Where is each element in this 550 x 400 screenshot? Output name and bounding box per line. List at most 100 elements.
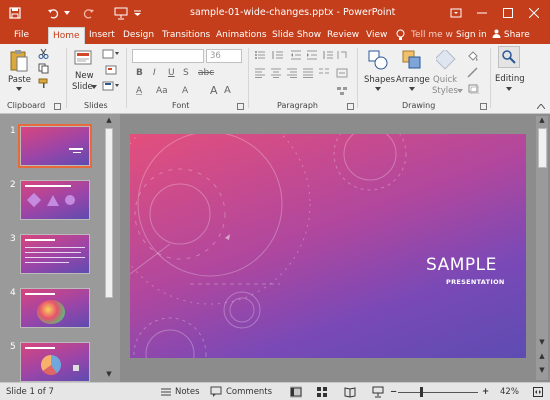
thumbnail-slide-3[interactable] xyxy=(20,234,90,274)
increase-indent-icon[interactable] xyxy=(306,50,318,60)
font-launcher-icon[interactable] xyxy=(237,103,244,110)
maximize-icon[interactable] xyxy=(496,3,520,23)
sign-in-link[interactable]: Sign in xyxy=(452,27,491,44)
comments-button[interactable]: Comments xyxy=(226,387,272,397)
scrollbar-thumb[interactable] xyxy=(538,128,547,168)
redo-icon[interactable] xyxy=(80,4,98,22)
font-color-button[interactable]: A xyxy=(136,86,142,96)
new-slide-icon[interactable] xyxy=(73,47,95,69)
customize-qat-icon[interactable] xyxy=(132,4,142,22)
align-right-icon[interactable] xyxy=(286,68,298,78)
font-size-combobox[interactable]: 36 xyxy=(206,49,242,63)
line-spacing-icon[interactable] xyxy=(322,50,334,60)
font-name-combobox[interactable] xyxy=(132,49,204,63)
paste-dropdown-icon[interactable] xyxy=(15,86,23,92)
collapse-ribbon-icon[interactable] xyxy=(536,102,546,110)
slide-sorter-icon[interactable] xyxy=(316,386,328,398)
thumbnail-scrollbar[interactable]: ▲ ▼ xyxy=(104,116,114,380)
shapes-icon[interactable] xyxy=(366,48,390,72)
convert-smartart-icon[interactable] xyxy=(336,86,348,96)
reading-view-icon[interactable] xyxy=(344,386,356,398)
shapes-dropdown-icon[interactable] xyxy=(374,86,382,92)
tab-review[interactable]: Review xyxy=(323,27,363,44)
scroll-down-arrow-icon[interactable]: ▼ xyxy=(104,370,114,380)
arrange-icon[interactable] xyxy=(400,48,424,72)
align-center-icon[interactable] xyxy=(270,68,282,78)
tab-transitions[interactable]: Transitions xyxy=(158,27,214,44)
paragraph-launcher-icon[interactable] xyxy=(347,103,354,110)
tab-slide-show[interactable]: Slide Show xyxy=(268,27,325,44)
slide-scrollbar[interactable]: ▲ ▼ ▲ ▼ xyxy=(536,116,548,380)
justify-icon[interactable] xyxy=(302,68,314,78)
editing-dropdown-icon[interactable] xyxy=(505,86,513,92)
copy-icon[interactable] xyxy=(36,62,50,74)
normal-view-icon[interactable] xyxy=(290,386,302,398)
shape-fill-icon[interactable] xyxy=(466,50,480,62)
slide-show-icon[interactable] xyxy=(372,386,384,398)
numbering-icon[interactable] xyxy=(272,50,284,60)
bold-button[interactable]: B xyxy=(136,68,143,78)
align-left-icon[interactable] xyxy=(254,68,266,78)
drawing-launcher-icon[interactable] xyxy=(480,103,487,110)
quick-styles-icon[interactable] xyxy=(434,48,458,72)
text-shadow-button[interactable]: S xyxy=(183,68,189,78)
next-slide-icon[interactable]: ▼ xyxy=(536,366,548,374)
slide-canvas[interactable]: SAMPLE PRESENTATION xyxy=(130,134,526,358)
tab-design[interactable]: Design xyxy=(119,27,158,44)
comments-icon[interactable] xyxy=(210,386,222,398)
scroll-up-arrow-icon[interactable]: ▲ xyxy=(104,116,114,126)
italic-button[interactable]: I xyxy=(153,68,156,78)
undo-dropdown-icon[interactable] xyxy=(62,4,72,22)
tell-me-search[interactable]: Tell me w xyxy=(407,27,457,44)
strikethrough-button[interactable]: abc xyxy=(198,68,214,78)
clipboard-launcher-icon[interactable] xyxy=(54,103,61,110)
zoom-in-button[interactable]: + xyxy=(482,387,489,397)
paste-icon[interactable] xyxy=(6,47,32,75)
scrollbar-thumb[interactable] xyxy=(105,128,113,298)
notes-button[interactable]: Notes xyxy=(175,387,200,397)
ribbon-display-options-icon[interactable] xyxy=(444,3,468,23)
thumbnail-slide-1[interactable] xyxy=(18,124,92,168)
zoom-out-button[interactable]: − xyxy=(390,387,397,397)
editing-icon[interactable] xyxy=(498,46,520,68)
minimize-icon[interactable] xyxy=(470,3,494,23)
increase-font-button[interactable]: A xyxy=(210,84,218,97)
tab-insert[interactable]: Insert xyxy=(85,27,119,44)
fit-slide-icon[interactable] xyxy=(532,386,544,398)
reset-icon[interactable] xyxy=(101,64,121,76)
align-text-icon[interactable] xyxy=(336,68,348,78)
arrange-dropdown-icon[interactable] xyxy=(408,86,416,92)
tab-home[interactable]: Home xyxy=(48,27,85,44)
tab-file[interactable]: File xyxy=(10,27,34,44)
clear-formatting-button[interactable]: A xyxy=(224,85,231,96)
thumbnail-slide-5[interactable] xyxy=(20,342,90,382)
cut-icon[interactable] xyxy=(36,47,50,59)
layout-icon[interactable] xyxy=(101,48,121,60)
columns-icon[interactable] xyxy=(318,68,330,78)
decrease-indent-icon[interactable] xyxy=(290,50,302,60)
tab-view[interactable]: View xyxy=(362,27,391,44)
thumbnail-slide-4[interactable] xyxy=(20,288,90,328)
section-icon[interactable] xyxy=(101,80,121,92)
quick-styles-dropdown-icon[interactable] xyxy=(456,88,464,94)
zoom-level[interactable]: 42% xyxy=(500,387,519,397)
thumbnail-slide-2[interactable] xyxy=(20,180,90,220)
slide-subtitle[interactable]: PRESENTATION xyxy=(446,278,505,286)
scroll-down-arrow-icon[interactable]: ▼ xyxy=(536,338,548,346)
undo-icon[interactable] xyxy=(44,4,62,22)
scroll-up-arrow-icon[interactable]: ▲ xyxy=(536,116,548,124)
share-button[interactable]: Share xyxy=(492,27,534,44)
bullets-icon[interactable] xyxy=(254,50,266,60)
close-icon[interactable] xyxy=(522,3,546,23)
zoom-slider-thumb[interactable] xyxy=(420,387,423,397)
shape-effects-icon[interactable] xyxy=(466,82,480,94)
shape-outline-icon[interactable] xyxy=(466,66,480,78)
save-icon[interactable] xyxy=(6,4,24,22)
tab-animations[interactable]: Animations xyxy=(212,27,271,44)
start-slideshow-icon[interactable] xyxy=(112,4,130,22)
highlight-button[interactable]: A xyxy=(182,86,188,96)
format-painter-icon[interactable] xyxy=(36,77,50,89)
new-slide-dropdown-icon[interactable] xyxy=(90,84,98,90)
change-case-button[interactable]: Aa xyxy=(156,86,168,96)
notes-icon[interactable] xyxy=(160,386,172,398)
